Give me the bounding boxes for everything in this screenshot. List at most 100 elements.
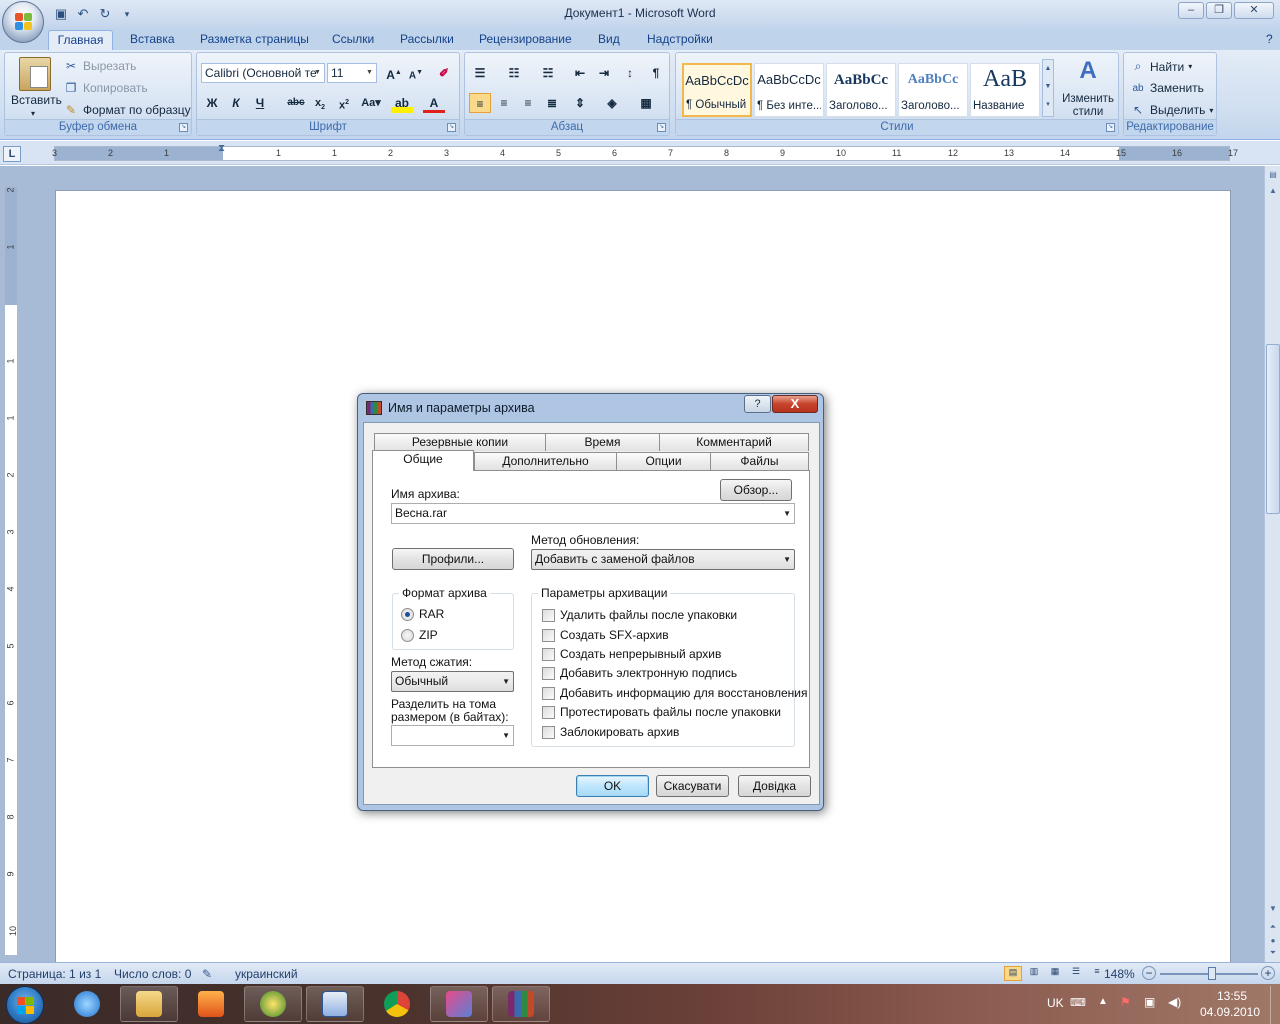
clock-date[interactable]: 04.09.2010 <box>1192 1005 1268 1019</box>
bullets-icon[interactable]: ☰ <box>469 63 491 83</box>
option-recovery-record[interactable]: Добавить информацию для восстановления <box>542 686 807 700</box>
update-method-select[interactable]: Добавить с заменой файлов ▼ <box>531 549 795 570</box>
action-center-icon[interactable]: ⚑ <box>1120 995 1131 1009</box>
superscript-icon[interactable]: x2 <box>333 93 355 113</box>
scroll-down-icon[interactable]: ▼ <box>1267 904 1279 913</box>
taskbar-media-player[interactable] <box>182 986 240 1022</box>
shrink-font-icon[interactable]: A▼ <box>405 63 427 83</box>
zoom-in-icon[interactable]: + <box>1261 966 1275 980</box>
scroll-thumb[interactable] <box>1266 344 1280 514</box>
select-button[interactable]: ↖ Выделить ▾ <box>1130 103 1213 117</box>
sort-icon[interactable]: ↕ <box>619 63 641 83</box>
replace-button[interactable]: ab Заменить <box>1130 81 1204 95</box>
next-page-icon[interactable]: ⏷ <box>1267 948 1279 958</box>
subscript-icon[interactable]: x2 <box>309 93 331 113</box>
shading-icon[interactable]: ◈ <box>601 93 623 113</box>
compression-method-select[interactable]: Обычный ▼ <box>391 671 514 692</box>
input-language[interactable]: UK <box>1047 996 1064 1010</box>
option-delete-files[interactable]: Удалить файлы после упаковки <box>542 608 737 622</box>
justify-icon[interactable]: ≣ <box>541 93 563 113</box>
change-styles-button[interactable]: Изменить стили <box>1058 93 1118 119</box>
tab-page-layout[interactable]: Разметка страницы <box>192 30 317 50</box>
indent-marker-icon[interactable]: ⧗ <box>218 143 225 154</box>
style-heading-1[interactable]: AaBbCс Заголово... <box>826 63 896 117</box>
print-layout-icon[interactable]: ▤ <box>1004 966 1022 981</box>
option-digital-signature[interactable]: Добавить электронную подпись <box>542 666 737 680</box>
browse-object-icon[interactable]: ● <box>1267 936 1279 945</box>
font-size-combo[interactable]: 11 ▼ <box>327 63 377 83</box>
grow-font-icon[interactable]: A▲ <box>383 63 405 83</box>
style-heading-2[interactable]: AaBbCc Заголово... <box>898 63 968 117</box>
show-desktop-button[interactable] <box>1270 986 1280 1024</box>
tab-comment[interactable]: Комментарий <box>659 433 809 451</box>
close-window-button[interactable]: ✕ <box>1234 2 1274 19</box>
tab-review[interactable]: Рецензирование <box>471 30 580 50</box>
option-test-files[interactable]: Протестировать файлы после упаковки <box>542 705 781 719</box>
find-button[interactable]: ⌕ Найти ▾ <box>1130 59 1193 74</box>
numbering-icon[interactable]: ☷ <box>503 63 525 83</box>
minimize-button[interactable]: – <box>1178 2 1204 19</box>
word-count[interactable]: Число слов: 0 <box>114 967 191 981</box>
dialog-title-bar[interactable]: Имя и параметры архива ? X <box>358 394 823 422</box>
dialog-help-button[interactable]: ? <box>744 395 771 413</box>
style-title[interactable]: AaB Название <box>970 63 1040 117</box>
tab-addins[interactable]: Надстройки <box>639 30 721 50</box>
increase-indent-icon[interactable]: ⇥ <box>593 63 615 83</box>
dialog-close-button[interactable]: X <box>772 395 818 413</box>
tab-files[interactable]: Файлы <box>710 452 809 470</box>
taskbar-app[interactable] <box>244 986 302 1022</box>
tab-advanced[interactable]: Дополнительно <box>474 452 617 470</box>
chevron-down-icon[interactable]: ▼ <box>783 504 791 523</box>
decrease-indent-icon[interactable]: ⇤ <box>569 63 591 83</box>
format-rar-radio[interactable]: RAR <box>401 607 444 621</box>
italic-icon[interactable]: К <box>225 93 247 113</box>
cancel-button[interactable]: Скасувати <box>656 775 729 797</box>
style-normal[interactable]: AaBbCcDc ¶ Обычный <box>682 63 752 117</box>
paste-dropdown-icon[interactable]: ▾ <box>31 109 35 118</box>
volume-icon[interactable]: ◀) <box>1168 995 1181 1009</box>
change-case-icon[interactable]: Aa▾ <box>357 93 385 113</box>
zoom-level[interactable]: 148% <box>1104 967 1135 981</box>
taskbar-word[interactable] <box>306 986 364 1022</box>
ok-button[interactable]: OK <box>576 775 649 797</box>
option-solid-archive[interactable]: Создать непрерывный архив <box>542 647 721 661</box>
horizontal-ruler[interactable]: 3 2 1 1 1 2 3 4 5 6 7 8 9 10 11 12 13 14 15 16 17 ⧗ <box>52 143 1238 161</box>
tab-insert[interactable]: Вставка <box>122 30 183 50</box>
start-button[interactable] <box>6 986 44 1024</box>
tab-references[interactable]: Ссылки <box>324 30 382 50</box>
taskbar-chrome[interactable] <box>368 986 426 1022</box>
option-lock-archive[interactable]: Заблокировать архив <box>542 725 679 739</box>
outline-icon[interactable]: ☰ <box>1067 966 1085 981</box>
paragraph-launcher-icon[interactable]: ↘ <box>657 123 666 132</box>
tab-view[interactable]: Вид <box>590 30 628 50</box>
maximize-button[interactable]: ❐ <box>1206 2 1232 19</box>
highlight-icon[interactable]: ab <box>391 93 413 113</box>
page-counter[interactable]: Страница: 1 из 1 <box>8 967 101 981</box>
borders-icon[interactable]: ▦ <box>635 93 657 113</box>
office-button[interactable] <box>2 1 44 43</box>
chevron-down-icon[interactable]: ▼ <box>502 726 510 745</box>
bold-icon[interactable]: Ж <box>201 93 223 113</box>
scroll-up-icon[interactable]: ▲ <box>1267 186 1279 198</box>
strikethrough-icon[interactable]: abc <box>283 93 309 113</box>
archive-name-input[interactable]: Весна.rar ▼ <box>391 503 795 524</box>
line-spacing-icon[interactable]: ⇕ <box>569 93 591 113</box>
multilevel-list-icon[interactable]: ☵ <box>537 63 559 83</box>
tab-home[interactable]: Главная <box>48 30 113 50</box>
taskbar-ie[interactable] <box>58 986 116 1022</box>
full-screen-reading-icon[interactable]: ▥ <box>1025 966 1043 981</box>
font-color-icon[interactable]: A <box>423 93 445 113</box>
tab-selector-button[interactable]: L <box>3 146 21 162</box>
tab-time[interactable]: Время <box>545 433 660 451</box>
align-center-icon[interactable]: ≡ <box>493 93 515 113</box>
vertical-scrollbar[interactable]: ▤ ▲ ▼ ⏶ ● ⏷ <box>1264 166 1280 962</box>
style-no-spacing[interactable]: AaBbCcDc ¶ Без инте... <box>754 63 824 117</box>
tab-options[interactable]: Опции <box>616 452 711 470</box>
show-marks-icon[interactable]: ¶ <box>645 63 667 83</box>
paste-button[interactable]: Вставить <box>11 93 62 107</box>
tray-arrow-icon[interactable]: ▲ <box>1098 996 1108 1007</box>
vertical-ruler[interactable]: 2111234567891011 <box>4 186 18 993</box>
underline-icon[interactable]: Ч <box>249 93 271 113</box>
align-right-icon[interactable]: ≡ <box>517 93 539 113</box>
clear-formatting-icon[interactable]: ✐ <box>433 63 455 83</box>
